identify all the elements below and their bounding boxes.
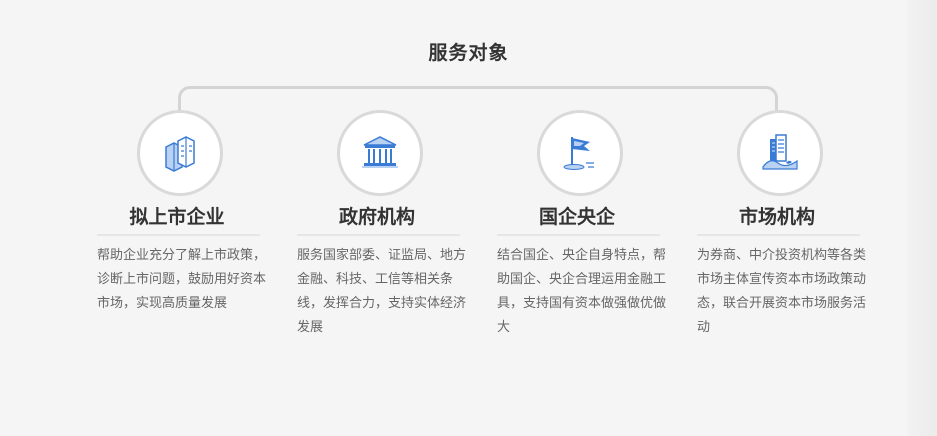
card-description: 服务国家部委、证监局、地方金融、科技、工信等相关条线，发挥合力，支持实体经济发展 (297, 248, 467, 335)
card-description: 为券商、中介投资机构等各类市场主体宣传资本市场政策动态，联合开展资本市场服务活动 (697, 248, 867, 335)
connector-line (178, 86, 778, 116)
divider (97, 234, 260, 236)
divider (297, 234, 460, 236)
right-edge-strip (907, 0, 937, 436)
icon-circle (337, 110, 423, 196)
card-title: 市场机构 (738, 206, 815, 228)
card-description: 帮助企业充分了解上市政策，诊断上市问题，鼓励用好资本市场，实现高质量发展 (97, 248, 267, 311)
divider (497, 234, 660, 236)
icon-circle (737, 110, 823, 196)
divider (697, 234, 860, 236)
market-institution-icon (762, 134, 798, 170)
card-title: 政府机构 (338, 206, 415, 228)
buildings-icon (165, 136, 195, 172)
section-title: 服务对象 (428, 42, 509, 64)
card-description: 结合国企、央企自身特点，帮助国企、央企合理运用金融工具，支持国有资本做强做优做大 (497, 248, 667, 335)
flag-icon (563, 137, 594, 170)
government-building-icon (362, 136, 398, 168)
card-title: 国企央企 (538, 206, 615, 228)
icon-circle (137, 110, 223, 196)
icon-circle (537, 110, 623, 196)
card-title: 拟上市企业 (129, 206, 225, 228)
